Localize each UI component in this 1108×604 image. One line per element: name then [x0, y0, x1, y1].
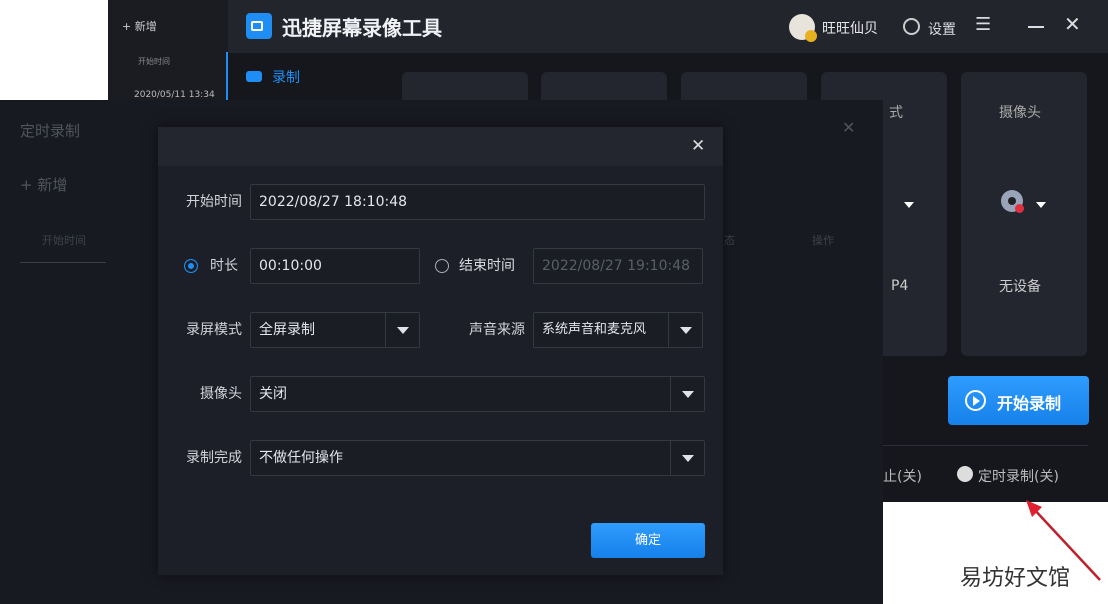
- tab-record[interactable]: 录制: [272, 67, 300, 87]
- end-time-input[interactable]: 2022/08/27 19:10:48: [533, 248, 703, 284]
- webcam-icon: [1001, 190, 1024, 213]
- chevron-down-icon: [668, 313, 702, 347]
- menu-icon[interactable]: ☰: [975, 14, 991, 35]
- record-tab-icon[interactable]: [246, 71, 262, 82]
- close-icon[interactable]: ✕: [691, 136, 705, 156]
- record-mode-value: 全屏录制: [259, 322, 315, 338]
- app-title: 迅捷屏幕录像工具: [282, 16, 442, 40]
- column-underline: [20, 262, 106, 263]
- dropdown-arrow-icon[interactable]: [904, 202, 914, 208]
- end-time-label: 结束时间: [459, 258, 515, 274]
- schedule-edit-dialog: ✕ 开始时间 2022/08/27 18:10:48 时长 00:10:00 结…: [158, 127, 723, 575]
- start-record-button[interactable]: 开始录制: [948, 376, 1089, 425]
- duration-label: 时长: [210, 258, 238, 274]
- auto-stop-toggle[interactable]: 止(关): [883, 466, 922, 486]
- on-finish-select[interactable]: 不做任何操作: [250, 440, 705, 476]
- schedule-sidebar: + 新增 开始时间 2020/05/11 13:34: [108, 0, 228, 100]
- play-icon: [965, 390, 986, 411]
- sidebar-col-start: 开始时间: [138, 57, 170, 66]
- app-logo-icon: [246, 13, 272, 39]
- title-bar: 迅捷屏幕录像工具 旺旺仙贝 设置 ☰ ✕: [108, 0, 1108, 53]
- card-title: 摄像头: [999, 105, 1041, 121]
- audio-source-select[interactable]: 系统声音和麦克风: [533, 312, 703, 348]
- camera-select[interactable]: 关闭: [250, 376, 705, 412]
- avatar[interactable]: [789, 14, 817, 42]
- scrollbar[interactable]: [226, 52, 228, 100]
- dropdown-arrow-icon[interactable]: [1036, 202, 1046, 208]
- column-start-time: 开始时间: [42, 234, 86, 247]
- record-mode-label: 录屏模式: [186, 322, 242, 338]
- column-action: 操作: [812, 234, 834, 247]
- camera-value: 关闭: [259, 386, 287, 402]
- chevron-down-icon: [385, 313, 419, 347]
- add-schedule-button[interactable]: + 新增: [20, 174, 67, 195]
- confirm-button[interactable]: 确定: [591, 523, 705, 558]
- duration-input[interactable]: 00:10:00: [250, 248, 420, 284]
- dialog-header: [158, 127, 723, 166]
- audio-source-label: 声音来源: [469, 322, 525, 338]
- camera-card[interactable]: 摄像头 无设备: [961, 72, 1087, 356]
- settings-icon[interactable]: [903, 18, 920, 35]
- chevron-down-icon: [670, 441, 704, 475]
- close-icon[interactable]: ✕: [842, 118, 855, 137]
- chevron-down-icon: [670, 377, 704, 411]
- clock-icon: [957, 466, 973, 482]
- start-time-label: 开始时间: [186, 194, 242, 210]
- username[interactable]: 旺旺仙贝: [822, 18, 878, 38]
- card-value: 无设备: [999, 279, 1041, 295]
- record-mode-select[interactable]: 全屏录制: [250, 312, 420, 348]
- divider: [883, 445, 1088, 446]
- on-finish-label: 录制完成: [186, 450, 242, 466]
- camera-label: 摄像头: [200, 386, 242, 402]
- audio-source-value: 系统声音和麦克风: [542, 322, 647, 337]
- column-status: 态: [724, 234, 735, 247]
- watermark: 易坊好文馆: [960, 566, 1071, 591]
- on-finish-value: 不做任何操作: [259, 450, 343, 466]
- card-value: P4: [891, 278, 909, 294]
- card-title: 式: [889, 105, 903, 121]
- sidebar-row[interactable]: 2020/05/11 13:34: [134, 90, 215, 100]
- scheduled-record-toggle[interactable]: 定时录制(关): [978, 466, 1059, 486]
- end-time-radio[interactable]: [435, 259, 449, 273]
- minimize-button[interactable]: [1028, 26, 1044, 28]
- start-time-input[interactable]: 2022/08/27 18:10:48: [250, 184, 705, 220]
- sidebar-add[interactable]: + 新增: [122, 18, 157, 34]
- dialog-title: 定时录制: [20, 122, 81, 140]
- settings-button[interactable]: 设置: [928, 19, 956, 39]
- start-record-label: 开始录制: [997, 394, 1062, 413]
- close-button[interactable]: ✕: [1064, 12, 1081, 36]
